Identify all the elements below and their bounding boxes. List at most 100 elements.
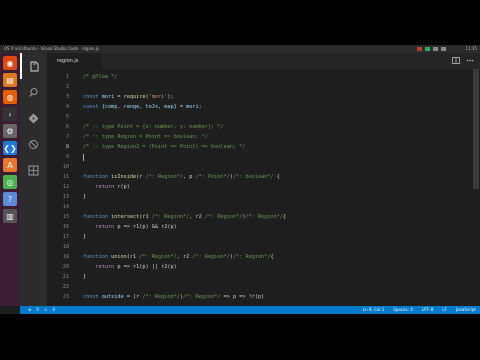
code-text: return p => r1(p) && r2(p)	[83, 223, 177, 231]
code-token: /*: Point*/	[195, 174, 230, 180]
tab-region-js[interactable]: region.js	[47, 53, 102, 69]
errors-icon[interactable]: ⊗	[28, 306, 31, 314]
settings-icon[interactable]: ⚙	[3, 124, 17, 138]
line-number[interactable]: 12	[47, 183, 69, 191]
line-number[interactable]: 3	[47, 93, 69, 101]
line-number[interactable]: 8	[47, 143, 69, 151]
code-token: , r2	[189, 214, 205, 220]
line-number[interactable]: 21	[47, 273, 69, 281]
line-number[interactable]: 19	[47, 253, 69, 261]
code-text: }	[83, 233, 86, 241]
explorer-icon[interactable]	[20, 53, 47, 79]
code-text: const mori = require('mori');	[83, 93, 174, 101]
editor-scrollbar[interactable]	[472, 69, 480, 306]
status-left: ⊗ 0 ⚠ 0	[28, 306, 55, 314]
clock[interactable]: 11:35	[465, 45, 477, 53]
cursor-position[interactable]: Ln 8, Col 1	[363, 306, 384, 314]
code-line[interactable]: 8 /* :: type Region2 = (Point => Point) =…	[47, 143, 472, 151]
line-number[interactable]: 23	[47, 293, 69, 301]
code-line[interactable]: 10	[47, 163, 472, 171]
code-line[interactable]: 9	[47, 153, 472, 161]
software-store-icon[interactable]: A	[3, 158, 17, 172]
debug-icon[interactable]	[20, 131, 47, 157]
source-control-icon[interactable]	[20, 105, 47, 131]
line-number[interactable]: 5	[47, 113, 69, 121]
line-number[interactable]: 9	[47, 153, 69, 161]
split-editor-icon[interactable]	[452, 57, 460, 64]
code-line[interactable]: 6 /* :: type Point = {x: number, y: numbe…	[47, 123, 472, 131]
code-line[interactable]: 5	[47, 113, 472, 121]
line-number[interactable]: 16	[47, 223, 69, 231]
trash-icon[interactable]: ▥	[3, 209, 17, 223]
code-line[interactable]: 23 const outside = (r /*: Region*/)/*: Re…	[47, 293, 472, 301]
app-indicator-icon[interactable]	[425, 47, 430, 51]
code-line[interactable]: 19 function union(r1 /*: Region*/, r2 /*:…	[47, 253, 472, 261]
line-number[interactable]: 4	[47, 103, 69, 111]
wifi-icon[interactable]	[433, 47, 438, 51]
code-line[interactable]: 18	[47, 243, 472, 251]
code-line[interactable]: 11 function isInside(r /*: Region*/, p /*…	[47, 173, 472, 181]
code-line[interactable]: 13}	[47, 193, 472, 201]
line-ending[interactable]: LF	[442, 306, 447, 314]
code-line[interactable]: 7 /* :: type Region = Point => boolean; *…	[47, 133, 472, 141]
language-mode[interactable]: JavaScript	[456, 306, 476, 314]
code-token: {	[270, 254, 274, 260]
code-token: isInside	[111, 174, 137, 180]
code-token: /*: boolean*/	[232, 174, 274, 180]
code-line[interactable]: 12 return r(p)	[47, 183, 472, 191]
code-token: /* :: type Region = Point => boolean; */	[83, 134, 208, 140]
volume-icon[interactable]	[441, 47, 446, 51]
vscode-icon[interactable]: ❮❯	[3, 141, 17, 155]
search-icon[interactable]	[20, 79, 47, 105]
code-token: r(p)	[117, 184, 130, 190]
chrome-icon[interactable]: ◎	[3, 175, 17, 189]
code-line[interactable]: 17}	[47, 233, 472, 241]
line-number[interactable]: 20	[47, 263, 69, 271]
code-line[interactable]: 3 const mori = require('mori');	[47, 93, 472, 101]
line-number[interactable]: 18	[47, 243, 69, 251]
code-line[interactable]: 20 return p => r1(p) || r2(p)	[47, 263, 472, 271]
line-number[interactable]: 7	[47, 133, 69, 141]
line-number[interactable]: 2	[47, 83, 69, 91]
line-number[interactable]: 15	[47, 213, 69, 221]
code-line[interactable]: 2	[47, 83, 472, 91]
code-line[interactable]: 14	[47, 203, 472, 211]
code-text: }	[83, 273, 86, 281]
code-editor[interactable]: 1/* @flow */2 3 const mori = require('mori…	[47, 69, 472, 306]
window-title: OS X via Ubuntu · Visual Studio Code · r…	[4, 46, 100, 51]
code-line[interactable]: 22	[47, 283, 472, 291]
desktop-screen: OS X via Ubuntu · Visual Studio Code · r…	[0, 45, 480, 314]
terminal-icon[interactable]: ›	[3, 107, 17, 121]
warning-count[interactable]: 0	[53, 306, 56, 314]
line-number[interactable]: 1	[47, 73, 69, 81]
code-line[interactable]: 21}	[47, 273, 472, 281]
indentation[interactable]: Spaces: 4	[393, 306, 412, 314]
line-number[interactable]: 11	[47, 173, 69, 181]
line-number[interactable]: 14	[47, 203, 69, 211]
code-token: ;	[198, 104, 202, 110]
files-icon[interactable]: ▤	[3, 73, 17, 87]
line-number[interactable]: 6	[47, 123, 69, 131]
code-line[interactable]: 4 const {comp, range, toJs, map} = mori;	[47, 103, 472, 111]
code-line[interactable]: 15 function intersect(r1 /*: Region*/, r2…	[47, 213, 472, 221]
line-number[interactable]: 22	[47, 283, 69, 291]
scrollbar-thumb[interactable]	[473, 69, 479, 189]
warnings-icon[interactable]: ⚠	[44, 306, 48, 314]
ubuntu-launcher-icon[interactable]: ◉	[3, 56, 17, 70]
code-line[interactable]: 1 /* @flow */	[47, 73, 472, 81]
code-token: {comp, range, toJs, map}	[101, 104, 177, 110]
firefox-icon[interactable]: ◍	[3, 90, 17, 104]
code-token: /*: Region*/	[142, 294, 180, 300]
code-line[interactable]: 16 return p => r1(p) && r2(p)	[47, 223, 472, 231]
record-icon[interactable]	[417, 47, 422, 51]
more-actions-icon[interactable]	[466, 57, 474, 64]
activity-bar	[20, 53, 47, 306]
extensions-icon[interactable]	[20, 157, 47, 183]
line-number[interactable]: 10	[47, 163, 69, 171]
line-number[interactable]: 17	[47, 233, 69, 241]
help-icon[interactable]: ?	[3, 192, 17, 206]
encoding[interactable]: UTF-8	[422, 306, 434, 314]
code-token: /*: Region*/	[192, 254, 230, 260]
line-number[interactable]: 13	[47, 193, 69, 201]
error-count[interactable]: 0	[36, 306, 39, 314]
